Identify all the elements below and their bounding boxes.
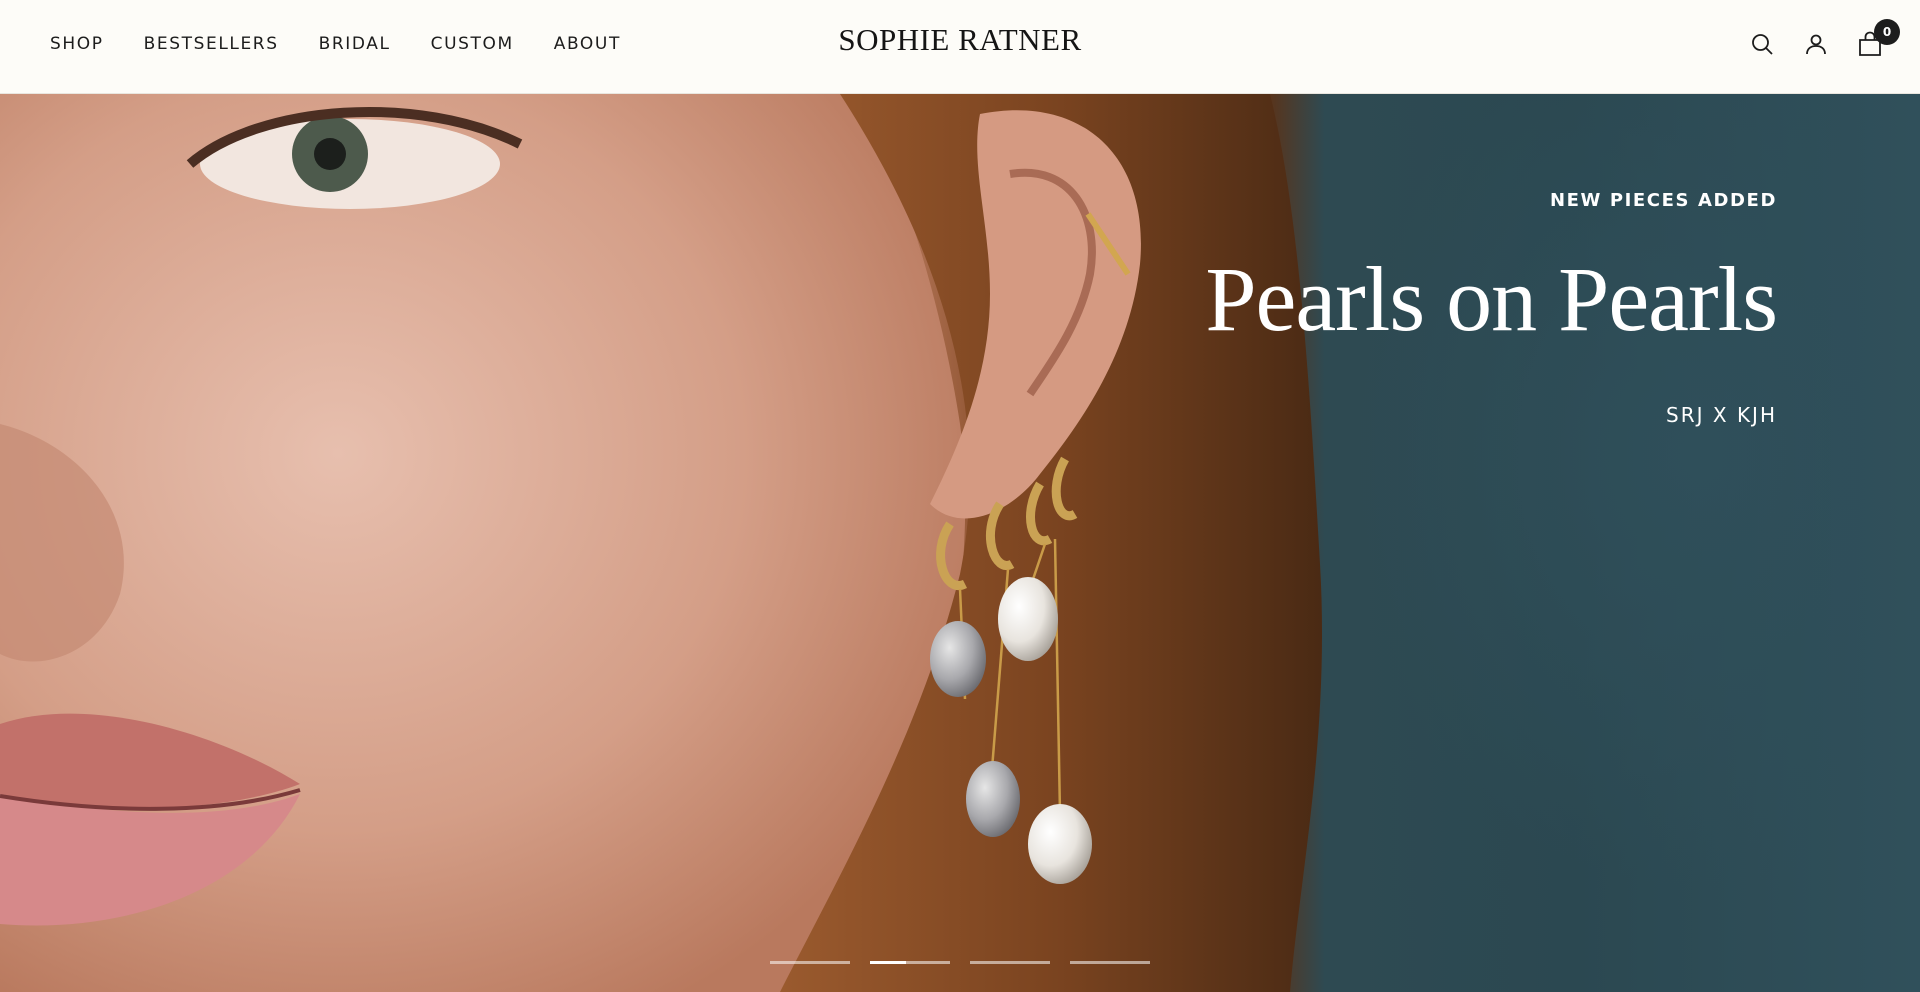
cart-button[interactable]: 0 xyxy=(1856,19,1900,58)
slideshow-pagination xyxy=(770,961,1150,964)
site-header: SHOP BESTSELLERS BRIDAL CUSTOM ABOUT SOP… xyxy=(0,0,1920,94)
hero-subline[interactable]: SRJ X KJH xyxy=(1205,403,1777,427)
hero-copy: NEW PIECES ADDED Pearls on Pearls SRJ X … xyxy=(1205,190,1778,427)
search-icon[interactable] xyxy=(1748,30,1776,58)
header-actions: 0 xyxy=(1748,0,1900,88)
hero-headline[interactable]: Pearls on Pearls xyxy=(1205,253,1778,345)
hero-slideshow: NEW PIECES ADDED Pearls on Pearls SRJ X … xyxy=(0,94,1920,992)
slide-indicator-2-active[interactable] xyxy=(870,961,950,964)
slide-indicator-3[interactable] xyxy=(970,961,1050,964)
cart-count-badge: 0 xyxy=(1874,19,1900,45)
hero-eyebrow: NEW PIECES ADDED xyxy=(1549,190,1777,211)
account-icon[interactable] xyxy=(1802,30,1830,58)
brand-logo[interactable]: SOPHIE RATNER xyxy=(0,22,1920,58)
slide-indicator-4[interactable] xyxy=(1070,961,1150,964)
slide-indicator-1[interactable] xyxy=(770,961,850,964)
